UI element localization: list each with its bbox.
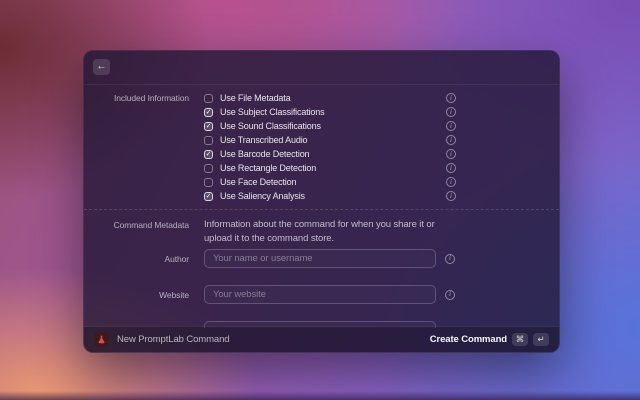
checkbox-label: Use Transcribed Audio: [220, 135, 446, 145]
checkbox-label: Use Barcode Detection: [220, 149, 446, 159]
checkbox[interactable]: [204, 136, 213, 145]
description-line: Information about the command for when y…: [204, 218, 466, 232]
info-icon[interactable]: i: [446, 177, 456, 187]
info-glyph: i: [450, 95, 452, 102]
checkbox[interactable]: ✓: [204, 150, 213, 159]
author-field-row: Author i: [84, 249, 456, 268]
desktop-background: ← Included Information Use File Metadata…: [0, 0, 640, 400]
return-key-badge: ↵: [533, 333, 549, 346]
info-glyph: i: [450, 137, 452, 144]
checkbox-row[interactable]: Use Transcribed Audio i: [204, 133, 456, 147]
command-title: New PromptLab Command: [117, 334, 430, 345]
info-glyph: i: [450, 151, 452, 158]
promptlab-command-window: ← Included Information Use File Metadata…: [83, 50, 560, 353]
footer-actions: Create Command ⌘ ↵: [430, 333, 549, 346]
info-icon[interactable]: i: [446, 163, 456, 173]
checkmark-icon: ✓: [206, 193, 212, 200]
info-glyph: i: [449, 291, 451, 298]
back-button[interactable]: ←: [93, 59, 110, 75]
info-glyph: i: [450, 123, 452, 130]
info-glyph: i: [450, 179, 452, 186]
flask-icon: [97, 335, 106, 344]
header-divider: [84, 84, 559, 85]
checkbox-row[interactable]: Use File Metadata i: [204, 91, 456, 105]
create-command-button[interactable]: Create Command: [430, 334, 507, 345]
checkbox[interactable]: ✓: [204, 122, 213, 131]
info-icon[interactable]: i: [445, 290, 455, 300]
included-information-group: Use File Metadata i ✓ Use Subject Classi…: [204, 91, 456, 203]
command-metadata-description: Information about the command for when y…: [204, 218, 466, 246]
info-icon[interactable]: i: [446, 149, 456, 159]
command-key-badge: ⌘: [512, 333, 528, 346]
info-glyph: i: [450, 193, 452, 200]
author-label: Author: [84, 252, 189, 266]
info-glyph: i: [450, 165, 452, 172]
checkbox-row[interactable]: ✓ Use Barcode Detection i: [204, 147, 456, 161]
checkbox-row[interactable]: Use Face Detection i: [204, 175, 456, 189]
checkbox-label: Use Saliency Analysis: [220, 191, 446, 201]
checkbox-label: Use Rectangle Detection: [220, 163, 446, 173]
included-information-label: Included Information: [84, 91, 189, 105]
footer-action-bar: New PromptLab Command Create Command ⌘ ↵: [84, 326, 559, 352]
checkbox-label: Use File Metadata: [220, 93, 446, 103]
checkbox-label: Use Face Detection: [220, 177, 446, 187]
author-input[interactable]: [204, 249, 436, 268]
info-icon[interactable]: i: [446, 191, 456, 201]
checkbox-row[interactable]: Use Rectangle Detection i: [204, 161, 456, 175]
checkmark-icon: ✓: [206, 109, 212, 116]
info-icon[interactable]: i: [446, 135, 456, 145]
info-icon[interactable]: i: [445, 254, 455, 264]
section-divider: [84, 209, 559, 210]
website-label: Website: [84, 288, 189, 302]
info-icon[interactable]: i: [446, 93, 456, 103]
checkbox-row[interactable]: ✓ Use Saliency Analysis i: [204, 189, 456, 203]
checkbox[interactable]: [204, 94, 213, 103]
website-field-row: Website i: [84, 285, 456, 304]
description-line: upload it to the command store.: [204, 232, 466, 246]
checkmark-icon: ✓: [206, 123, 212, 130]
checkbox-label: Use Sound Classifications: [220, 121, 446, 131]
website-input[interactable]: [204, 285, 436, 304]
checkbox[interactable]: [204, 178, 213, 187]
info-icon[interactable]: i: [446, 121, 456, 131]
checkbox-row[interactable]: ✓ Use Sound Classifications i: [204, 119, 456, 133]
checkbox[interactable]: ✓: [204, 192, 213, 201]
info-icon[interactable]: i: [446, 107, 456, 117]
command-metadata-label: Command Metadata: [84, 218, 189, 232]
back-arrow-icon: ←: [97, 62, 107, 72]
checkbox[interactable]: ✓: [204, 108, 213, 117]
checkbox-row[interactable]: ✓ Use Subject Classifications i: [204, 105, 456, 119]
checkbox[interactable]: [204, 164, 213, 173]
info-glyph: i: [450, 109, 452, 116]
checkbox-label: Use Subject Classifications: [220, 107, 446, 117]
checkmark-icon: ✓: [206, 151, 212, 158]
info-glyph: i: [449, 255, 451, 262]
promptlab-app-badge: [94, 332, 109, 347]
